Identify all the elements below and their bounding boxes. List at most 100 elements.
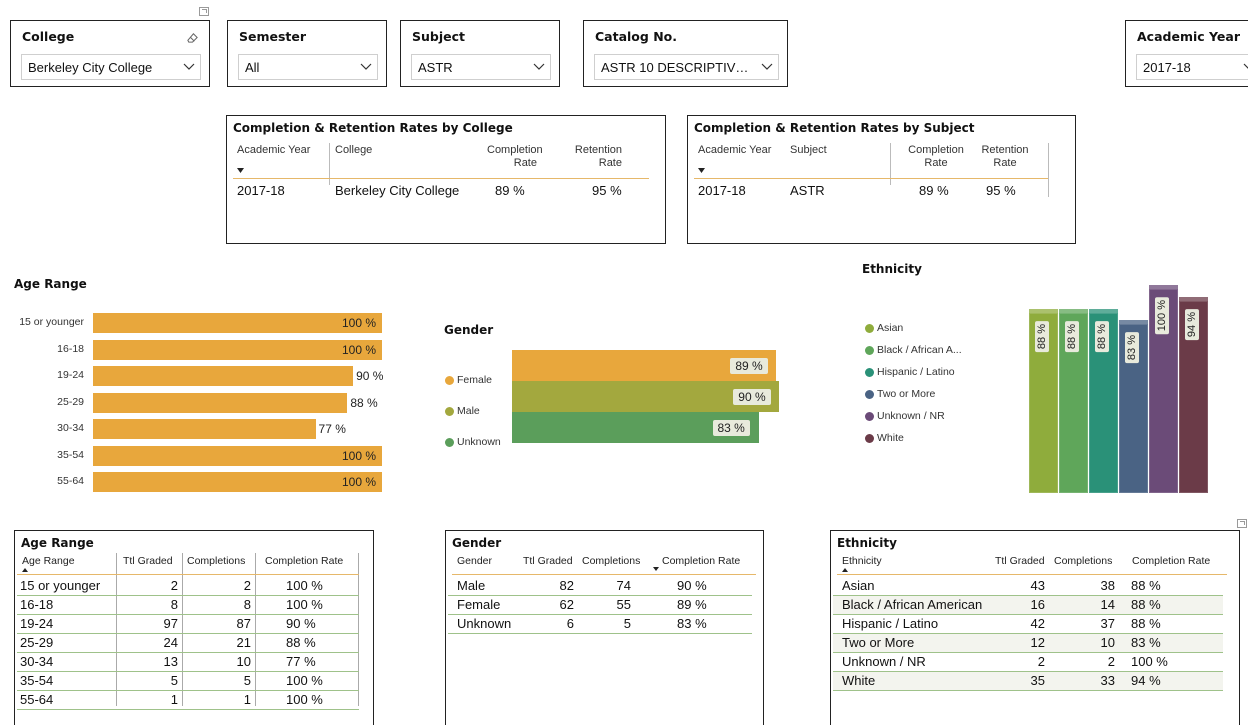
table-cell: 100 % (286, 597, 323, 612)
gender-chart-title: Gender (444, 323, 494, 337)
table-cell: 24 (163, 635, 178, 650)
subject-dropdown[interactable]: ASTR (411, 54, 551, 80)
column-header-ttl-graded[interactable]: Ttl Graded (523, 555, 573, 567)
table-cell: 62 (559, 597, 574, 612)
column-divider (182, 553, 183, 706)
gender-legend-item: Female (445, 374, 492, 386)
table-cell: 90 % (286, 616, 316, 631)
column-header-completion-rate[interactable]: Completion Rate (906, 144, 966, 170)
column-header-completions[interactable]: Completions (187, 555, 245, 567)
gender-bar-value: 90 % (733, 389, 771, 405)
legend-label: Asian (877, 322, 904, 334)
legend-label: Unknown / NR (877, 410, 945, 422)
semester-slicer-title: Semester (239, 29, 307, 44)
column-header-completions[interactable]: Completions (582, 555, 640, 567)
column-header-completion-rate[interactable]: Completion Rate (1132, 555, 1210, 567)
legend-label: White (877, 432, 904, 444)
column-header-academic-year[interactable]: Academic Year (237, 144, 310, 157)
age-bar-label: 35-54 (57, 448, 84, 461)
column-header-completion-rate[interactable]: Completion Rate (487, 144, 543, 170)
semester-dropdown[interactable]: All (238, 54, 378, 80)
catalog-dropdown[interactable]: ASTR 10 DESCRIPTIV… (594, 54, 779, 80)
column-header-ttl-graded[interactable]: Ttl Graded (123, 555, 173, 567)
table-cell: Unknown / NR (842, 654, 926, 669)
column-header-gender[interactable]: Gender (457, 555, 492, 567)
legend-dot (865, 389, 874, 399)
table-cell: 83 % (677, 616, 707, 631)
column-header-subject[interactable]: Subject (790, 144, 827, 157)
table-cell: 5 (170, 673, 178, 688)
clear-selection-icon[interactable] (186, 31, 199, 44)
age-bar-label: 25-29 (57, 395, 84, 408)
focus-mode-icon[interactable] (199, 7, 209, 16)
age-range-table: Age Range Age Range Ttl Graded Completio… (14, 530, 374, 725)
legend-dot (865, 345, 874, 355)
ethnicity-bar-value: 100 % (1155, 297, 1169, 335)
college-dropdown-value: Berkeley City College (28, 59, 153, 75)
ethnicity-legend-item: Asian (865, 322, 903, 334)
column-header-college[interactable]: College (335, 144, 372, 157)
catalog-slicer: Catalog No. ASTR 10 DESCRIPTIV… (583, 20, 788, 87)
chevron-down-icon (355, 63, 377, 71)
table-cell: 55-64 (20, 692, 54, 707)
legend-dot (445, 437, 454, 447)
chevron-down-icon (756, 63, 778, 71)
table-cell: 88 % (1131, 578, 1161, 593)
table-cell: Asian (842, 578, 875, 593)
ethnicity-bar-cap (1089, 309, 1118, 314)
legend-label: Black / African A... (877, 344, 962, 356)
ethnicity-bar-cap (1119, 319, 1148, 324)
sort-asc-icon (842, 568, 848, 572)
table-cell: 1 (170, 692, 178, 707)
college-row-retention: 95 % (592, 183, 622, 198)
semester-slicer: Semester All (227, 20, 387, 87)
ethnicity-table-title: Ethnicity (837, 536, 897, 550)
column-header-ethnicity[interactable]: Ethnicity (842, 555, 882, 567)
college-dropdown[interactable]: Berkeley City College (21, 54, 201, 80)
age-bar-value: 77 % (318, 422, 346, 436)
ethnicity-legend-item: Hispanic / Latino (865, 366, 955, 378)
age-bar-label: 30-34 (57, 422, 84, 434)
semester-dropdown-value: All (245, 59, 260, 75)
college-rates-title: Completion & Retention Rates by College (233, 121, 513, 135)
column-header-academic-year[interactable]: Academic Year (698, 144, 771, 157)
column-header-ttl-graded[interactable]: Ttl Graded (995, 555, 1045, 567)
table-cell: 35-54 (20, 673, 54, 688)
table-cell: 74 (616, 578, 631, 593)
sort-desc-icon (698, 168, 705, 173)
academic-year-dropdown[interactable]: 2017-18 (1136, 54, 1248, 80)
table-row (833, 690, 1223, 691)
age-bar-value: 90 % (356, 369, 384, 383)
age-bar (93, 366, 354, 386)
column-header-age-range[interactable]: Age Range (22, 555, 75, 567)
table-row (833, 614, 1223, 615)
table-cell: 5 (243, 673, 251, 688)
gender-chart: 89 % Female 90 % Male 83 % Unknown (440, 340, 800, 460)
table-cell: 100 % (286, 692, 323, 707)
ethnicity-bar-value: 88 % (1065, 321, 1079, 353)
ethnicity-bar-value: 94 % (1185, 309, 1199, 341)
ethnicity-table: Ethnicity Ethnicity Ttl Graded Completio… (830, 530, 1240, 725)
table-cell: 16 (1030, 597, 1045, 612)
focus-mode-icon[interactable] (1237, 519, 1247, 528)
ethnicity-legend-item: Black / African A... (865, 344, 962, 356)
table-cell: 33 (1100, 673, 1115, 688)
column-divider (1048, 143, 1049, 197)
column-header-completion-rate[interactable]: Completion Rate (662, 555, 740, 567)
column-header-completions[interactable]: Completions (1054, 555, 1112, 567)
legend-label: Hispanic / Latino (877, 366, 955, 378)
gender-legend-item: Unknown (445, 436, 501, 448)
table-row (17, 652, 359, 653)
academic-year-slicer-title: Academic Year (1137, 29, 1240, 44)
table-row (17, 690, 359, 691)
column-header-retention-rate[interactable]: Retention Rate (572, 144, 622, 170)
ethnicity-chart-title: Ethnicity (862, 262, 922, 276)
ethnicity-legend-item: White (865, 432, 904, 444)
column-header-retention-rate[interactable]: Retention Rate (980, 144, 1030, 170)
table-cell: 35 (1030, 673, 1045, 688)
legend-label: Unknown (457, 436, 501, 448)
column-divider (358, 553, 359, 706)
table-cell: 5 (623, 616, 631, 631)
table-cell: 42 (1030, 616, 1045, 631)
column-header-completion-rate[interactable]: Completion Rate (265, 555, 343, 567)
